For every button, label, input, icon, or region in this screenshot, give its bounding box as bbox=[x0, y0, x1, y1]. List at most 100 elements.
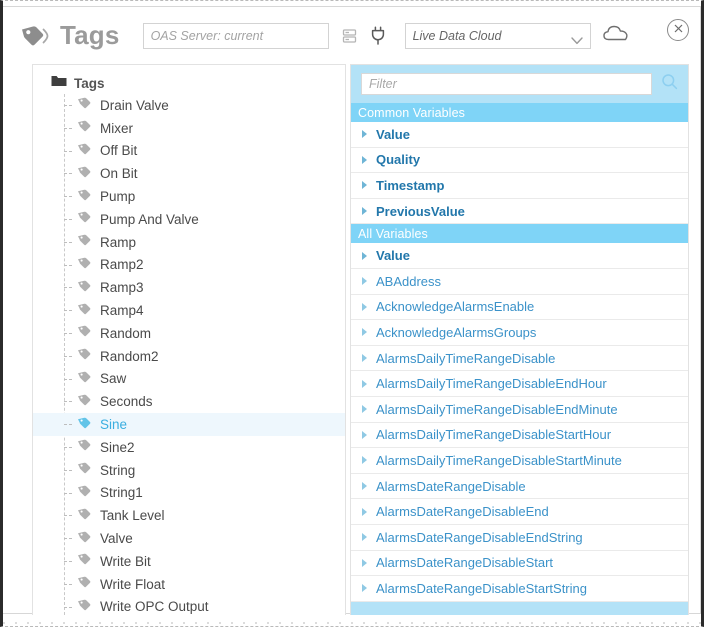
variable-item[interactable]: AlarmsDateRangeDisableStartString bbox=[351, 576, 688, 602]
tag-icon bbox=[77, 461, 92, 479]
variable-item[interactable]: AlarmsDailyTimeRangeDisableEndHour bbox=[351, 371, 688, 397]
page-bottom-rule bbox=[3, 622, 704, 624]
variables-panel[interactable]: Common Variables Value Quality Timestamp Pre… bbox=[350, 64, 689, 615]
variable-item[interactable]: ABAddress bbox=[351, 268, 688, 295]
tag-tree-panel[interactable]: Tags Drain Valve Mixer Off Bit On Bit Pump Pu… bbox=[32, 64, 346, 615]
tag-icon bbox=[77, 142, 92, 160]
variable-item[interactable]: AlarmsDateRangeDisableEnd bbox=[351, 499, 688, 525]
chevron-right-icon[interactable] bbox=[362, 456, 367, 465]
tree-item[interactable]: Off Bit bbox=[33, 140, 345, 163]
data-mode-select[interactable]: Live Data Cloud bbox=[404, 22, 591, 49]
tree-item-label: Saw bbox=[100, 371, 127, 387]
chevron-right-icon[interactable] bbox=[362, 181, 367, 190]
database-icon[interactable] bbox=[337, 23, 363, 49]
tree-item[interactable]: Drain Valve bbox=[33, 94, 345, 117]
variable-item[interactable]: AlarmsDailyTimeRangeDisableEndMinute bbox=[351, 396, 688, 423]
tree-item[interactable]: String bbox=[33, 459, 345, 482]
variable-item-label: PreviousValue bbox=[376, 203, 465, 219]
tree-connector bbox=[64, 310, 72, 312]
tree-item[interactable]: Random2 bbox=[33, 345, 345, 368]
tree-connector bbox=[64, 469, 72, 471]
tree-item[interactable]: String1 bbox=[33, 482, 345, 505]
close-button[interactable] bbox=[667, 19, 689, 41]
tag-icon bbox=[77, 302, 92, 320]
tree-item[interactable]: On Bit bbox=[33, 162, 345, 185]
tree-item[interactable]: Write OPC Output bbox=[33, 596, 345, 615]
tree-item[interactable]: Ramp bbox=[33, 231, 345, 254]
chevron-right-icon[interactable] bbox=[362, 430, 367, 439]
variable-item[interactable]: AlarmsDailyTimeRangeDisable bbox=[351, 345, 688, 372]
tree-item-label: Sine bbox=[100, 417, 128, 433]
variable-item[interactable]: AlarmsDateRangeDisableStart bbox=[351, 550, 688, 577]
chevron-right-icon[interactable] bbox=[362, 130, 367, 139]
tree-item-label: Write Float bbox=[100, 576, 166, 592]
variable-item[interactable]: Timestamp bbox=[351, 173, 688, 199]
tree-item[interactable]: Tank Level bbox=[33, 504, 345, 527]
variable-item[interactable]: AlarmsDateRangeDisable bbox=[351, 473, 688, 500]
tree-connector bbox=[64, 446, 72, 448]
chevron-right-icon[interactable] bbox=[362, 277, 367, 286]
variable-item[interactable]: Value bbox=[351, 243, 688, 269]
variable-item[interactable]: Value bbox=[351, 122, 688, 148]
variable-item[interactable]: AlarmsDailyTimeRangeDisableStartHour bbox=[351, 422, 688, 449]
chevron-right-icon[interactable] bbox=[362, 328, 367, 337]
chevron-right-icon[interactable] bbox=[362, 533, 367, 542]
chevron-right-icon[interactable] bbox=[362, 354, 367, 363]
chevron-right-icon[interactable] bbox=[362, 584, 367, 593]
chevron-right-icon[interactable] bbox=[362, 507, 367, 516]
tag-icon bbox=[77, 484, 92, 502]
tree-connector bbox=[64, 583, 72, 585]
chevron-right-icon[interactable] bbox=[362, 379, 367, 388]
tree-item[interactable]: Random bbox=[33, 322, 345, 345]
chevron-right-icon[interactable] bbox=[362, 207, 367, 216]
cloud-icon[interactable] bbox=[602, 24, 629, 47]
server-input[interactable] bbox=[142, 22, 329, 49]
folder-open-icon bbox=[51, 74, 67, 92]
tag-icon bbox=[77, 575, 92, 593]
variable-item-label: ABAddress bbox=[376, 273, 442, 289]
tree-item[interactable]: Write Float bbox=[33, 573, 345, 596]
variable-item[interactable]: AlarmsDateRangeDisableEndString bbox=[351, 524, 688, 551]
tag-icon bbox=[77, 256, 92, 274]
variable-item[interactable]: AcknowledgeAlarmsEnable bbox=[351, 294, 688, 321]
tree-root-node[interactable]: Tags bbox=[33, 72, 345, 94]
tree-item[interactable]: Pump bbox=[33, 185, 345, 208]
tree-item[interactable]: Ramp3 bbox=[33, 276, 345, 299]
tree-connector bbox=[64, 332, 72, 334]
tree-item[interactable]: Pump And Valve bbox=[33, 208, 345, 231]
tag-icon bbox=[77, 598, 92, 615]
tree-item[interactable]: Ramp4 bbox=[33, 299, 345, 322]
page-title: Tags bbox=[60, 20, 120, 50]
tree-item-selected[interactable]: Sine bbox=[33, 413, 345, 436]
chevron-right-icon[interactable] bbox=[362, 302, 367, 311]
tree-item[interactable]: Write Bit bbox=[33, 550, 345, 573]
tree-item[interactable]: Saw bbox=[33, 368, 345, 391]
tree-item-label: Write Bit bbox=[100, 553, 151, 569]
screenshot-page: Tags Live D bbox=[0, 0, 704, 627]
filter-input[interactable] bbox=[361, 73, 652, 95]
tree-item[interactable]: Sine2 bbox=[33, 436, 345, 459]
tree-item-label: Drain Valve bbox=[100, 97, 169, 113]
tree-item[interactable]: Ramp2 bbox=[33, 254, 345, 277]
variable-item[interactable]: PreviousValue bbox=[351, 198, 688, 225]
tag-icon bbox=[77, 347, 92, 365]
search-icon[interactable] bbox=[661, 73, 678, 95]
tree-item-label: String1 bbox=[100, 485, 143, 501]
variable-item-label: AcknowledgeAlarmsGroups bbox=[376, 324, 537, 340]
plug-icon[interactable] bbox=[365, 23, 391, 49]
variable-item-label: AlarmsDateRangeDisable bbox=[376, 478, 526, 494]
variable-item[interactable]: AcknowledgeAlarmsGroups bbox=[351, 320, 688, 346]
tree-item[interactable]: Valve bbox=[33, 527, 345, 550]
chevron-right-icon[interactable] bbox=[362, 155, 367, 164]
chevron-right-icon[interactable] bbox=[362, 482, 367, 491]
tag-icon bbox=[20, 25, 50, 47]
tree-item-label: Write OPC Output bbox=[100, 599, 209, 615]
tree-item[interactable]: Seconds bbox=[33, 390, 345, 413]
chevron-right-icon[interactable] bbox=[362, 405, 367, 414]
chevron-right-icon[interactable] bbox=[362, 251, 367, 260]
chevron-right-icon[interactable] bbox=[362, 558, 367, 567]
tree-connector bbox=[64, 127, 72, 129]
variable-item[interactable]: AlarmsDailyTimeRangeDisableStartMinute bbox=[351, 448, 688, 474]
tree-item[interactable]: Mixer bbox=[33, 117, 345, 140]
variable-item[interactable]: Quality bbox=[351, 147, 688, 174]
